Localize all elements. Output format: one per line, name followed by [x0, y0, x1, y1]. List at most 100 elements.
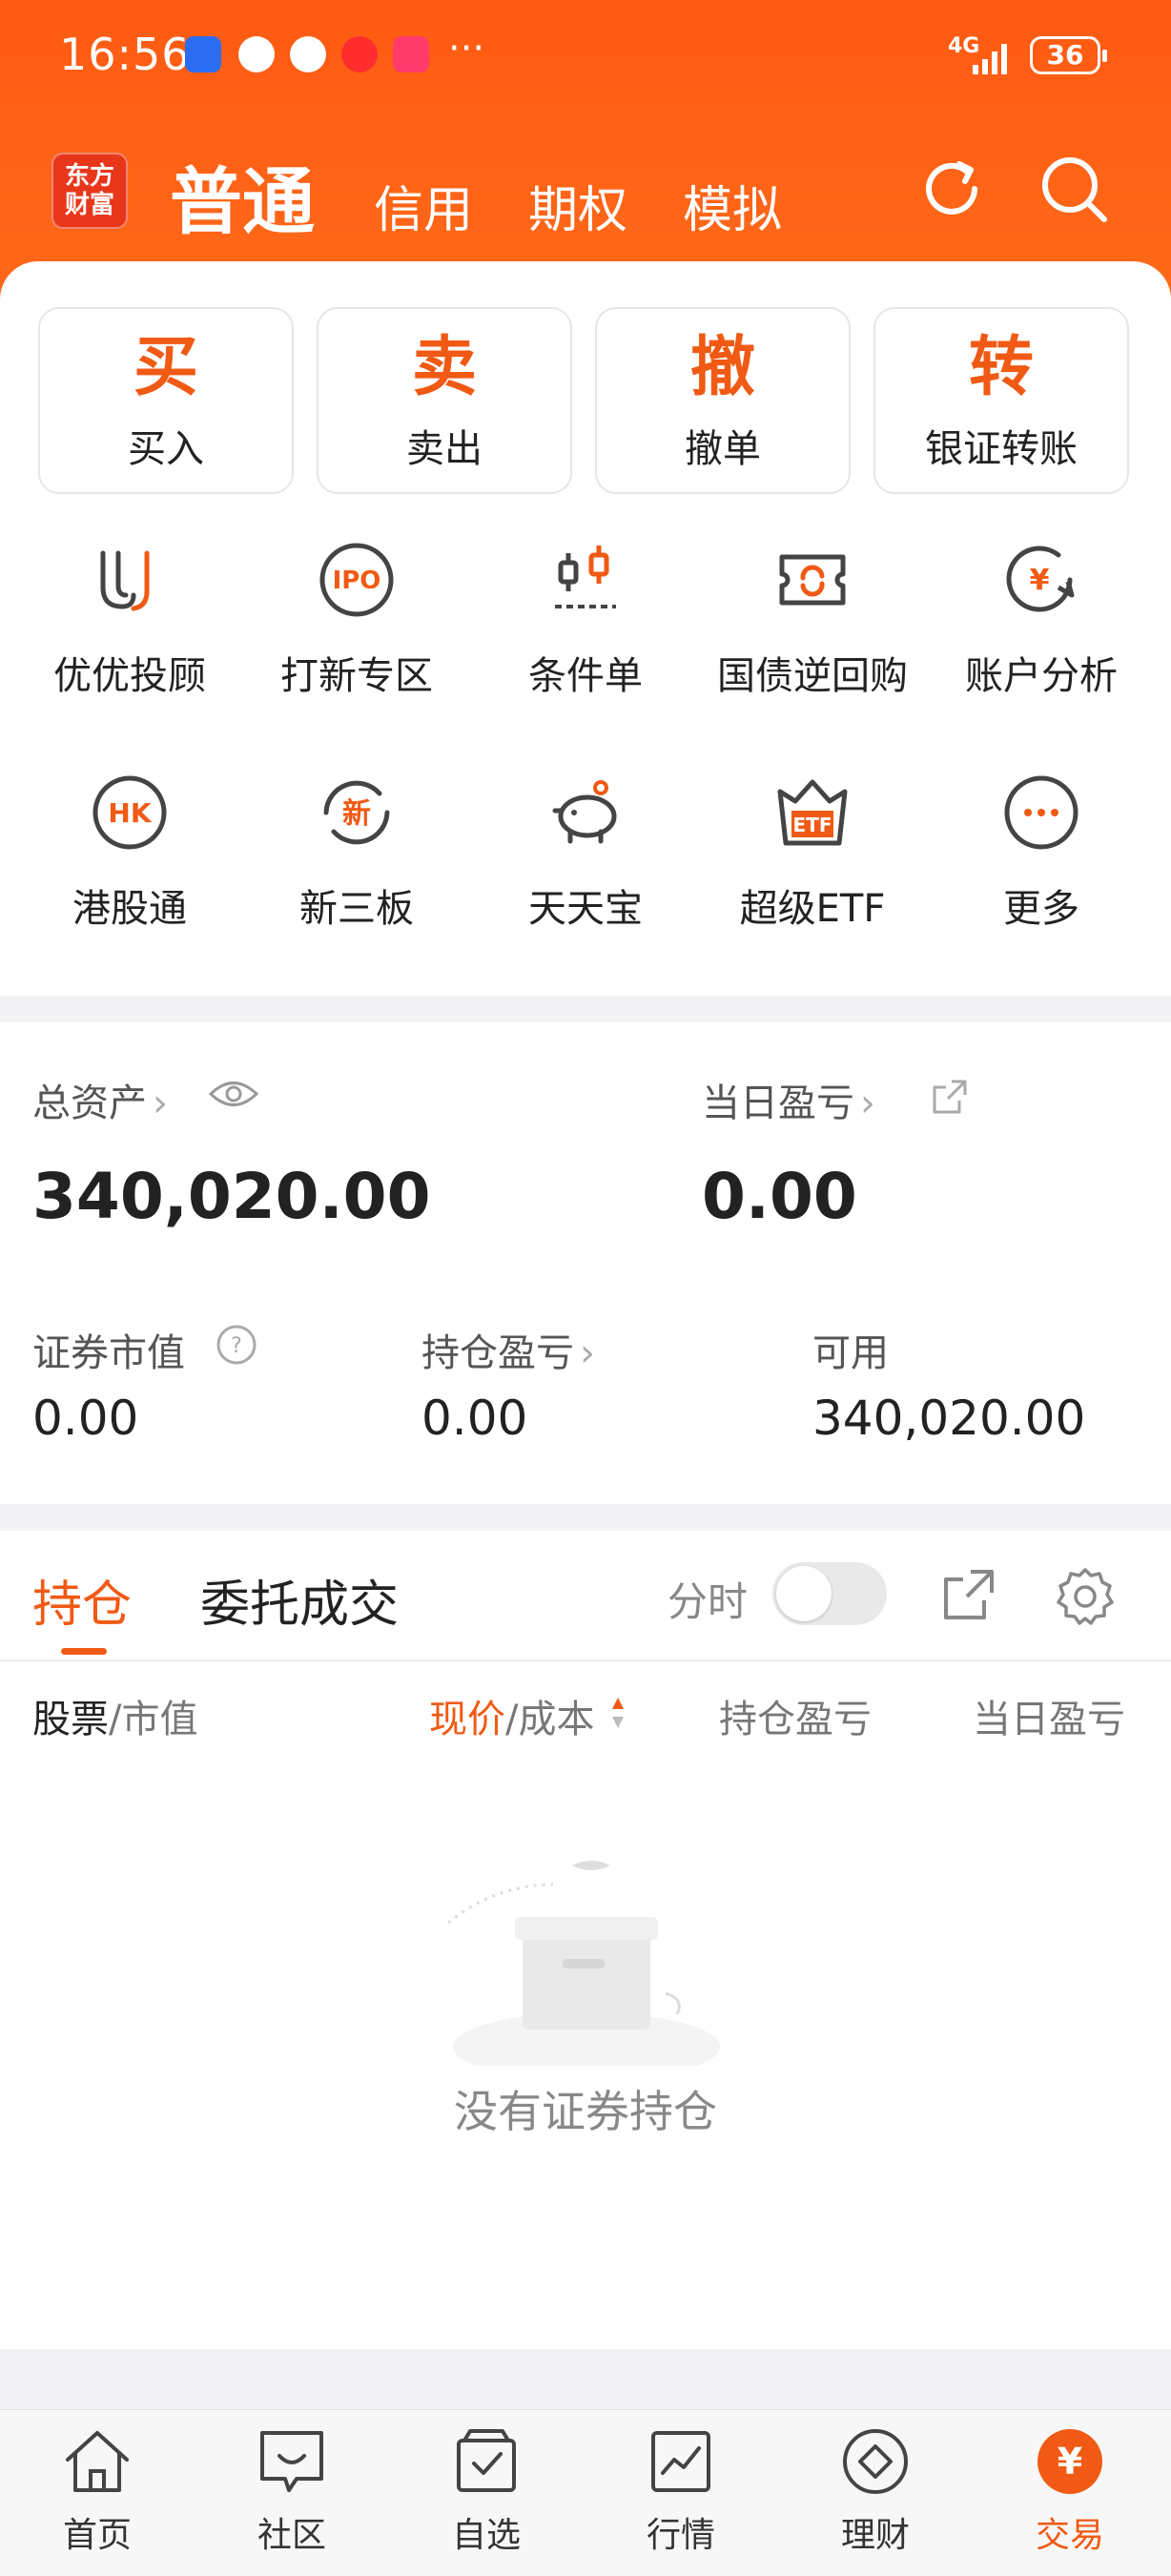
grid-item-new-third-board[interactable]: 新 新三板 — [242, 773, 471, 933]
search-icon[interactable] — [1037, 153, 1110, 225]
chevron-right-icon: › — [580, 1331, 595, 1375]
help-icon[interactable]: ? — [216, 1324, 257, 1366]
uu-icon — [100, 550, 150, 611]
app-logo: 东方财富 — [51, 153, 128, 229]
tab-orders-trades[interactable]: 委托成交 — [200, 1564, 399, 1636]
share-icon[interactable] — [931, 1078, 969, 1116]
grid-label: 账户分析 — [965, 654, 1118, 698]
nav-trade[interactable]: ¥ 交易 — [994, 2427, 1146, 2557]
grid-item-super-etf[interactable]: ETF 超级ETF — [698, 773, 927, 933]
grid-label: 更多 — [1003, 887, 1079, 931]
nav-watchlist[interactable]: 自选 — [410, 2427, 563, 2557]
trade-icon: ¥ — [1037, 2429, 1102, 2494]
nav-label: 首页 — [62, 2516, 132, 2555]
settings-gear-icon[interactable] — [1055, 1566, 1116, 1627]
grid-item-ipo[interactable]: IPO 打新专区 — [242, 540, 471, 700]
position-pnl-label[interactable]: 持仓盈亏 › — [421, 1322, 595, 1377]
svg-text:?: ? — [231, 1334, 242, 1358]
col-daily-pnl[interactable]: 当日盈亏 — [973, 1688, 1171, 1743]
transfer-label: 银证转账 — [925, 427, 1078, 471]
nav-home[interactable]: 首页 — [21, 2427, 174, 2557]
total-assets-label-text: 总资产 — [32, 1082, 147, 1125]
grid-label: 国债逆回购 — [717, 654, 908, 698]
position-pnl-value: 0.00 — [421, 1391, 528, 1446]
total-assets-label[interactable]: 总资产 › — [32, 1072, 168, 1127]
position-pnl-label-text: 持仓盈亏 — [421, 1331, 574, 1375]
grid-item-more[interactable]: 更多 — [927, 773, 1156, 933]
col-position-pnl[interactable]: 持仓盈亏 — [719, 1688, 872, 1743]
active-tab-indicator — [61, 1648, 107, 1655]
export-icon[interactable] — [942, 1568, 996, 1621]
nav-label: 行情 — [646, 2516, 715, 2555]
hk-icon-text: HK — [108, 797, 152, 829]
nav-community[interactable]: 社区 — [216, 2427, 368, 2557]
condition-order-icon — [555, 546, 616, 608]
available-label: 可用 — [812, 1331, 889, 1375]
trade-icon-text: ¥ — [1058, 2441, 1082, 2483]
total-assets-value: 340,020.00 — [32, 1160, 431, 1233]
sort-icon[interactable] — [610, 1696, 626, 1730]
piggy-bank-icon — [552, 780, 617, 844]
col-cost: /成本 — [505, 1698, 595, 1741]
more-icon — [1004, 775, 1079, 850]
nav-market[interactable]: 行情 — [605, 2427, 757, 2557]
timeshare-toggle[interactable] — [772, 1562, 887, 1625]
market-icon — [651, 2431, 710, 2492]
grid-item-account-analysis[interactable]: ¥ 账户分析 — [927, 540, 1156, 700]
grid-label: 打新专区 — [280, 654, 433, 698]
hk-icon: HK — [92, 775, 167, 850]
home-icon — [66, 2431, 129, 2492]
market-value-label: 证券市值 — [32, 1331, 185, 1375]
grid-item-hk-connect[interactable]: HK 港股通 — [15, 773, 244, 933]
new-third-board-icon: 新 — [323, 780, 390, 845]
taobao-notification-icon — [393, 36, 429, 72]
browser-notification-icon — [238, 36, 275, 72]
grid-item-tiantianbao[interactable]: 天天宝 — [471, 773, 700, 933]
nav-label: 社区 — [257, 2516, 326, 2555]
daily-pnl-value: 0.00 — [702, 1160, 857, 1233]
message-notification-icon — [341, 36, 378, 72]
market-value: 0.00 — [32, 1391, 139, 1446]
battery-indicator: 36 — [1030, 36, 1107, 74]
divider — [0, 1659, 1171, 1661]
tab-credit[interactable]: 信用 — [374, 170, 473, 241]
tab-holdings[interactable]: 持仓 — [32, 1564, 132, 1636]
col-price-cost[interactable]: 现价/成本 — [429, 1688, 594, 1743]
signal-icon — [973, 44, 1007, 74]
ipo-icon: IPO — [319, 543, 394, 617]
new-third-board-icon-text: 新 — [342, 797, 371, 831]
buy-button[interactable]: 买 买入 — [38, 307, 294, 494]
nav-label: 自选 — [451, 2516, 521, 2555]
sell-button[interactable]: 卖 卖出 — [317, 307, 572, 494]
col-stock-market-value[interactable]: 股票/市值 — [32, 1688, 197, 1743]
etf-icon: ETF — [777, 779, 848, 846]
eye-icon[interactable] — [208, 1078, 259, 1110]
transfer-glyph: 转 — [968, 330, 1034, 405]
tab-normal[interactable]: 普通 — [170, 143, 315, 248]
community-icon — [260, 2431, 323, 2492]
tab-simulation[interactable]: 模拟 — [683, 170, 782, 241]
buy-label: 买入 — [128, 427, 204, 471]
refresh-icon[interactable] — [915, 153, 988, 225]
sell-label: 卖出 — [406, 427, 483, 471]
tab-options[interactable]: 期权 — [528, 170, 627, 241]
grid-item-repo[interactable]: 国债逆回购 — [698, 540, 927, 700]
timeshare-label: 分时 — [668, 1578, 749, 1625]
daily-pnl-label[interactable]: 当日盈亏 › — [702, 1072, 875, 1127]
account-analysis-icon: ¥ — [1006, 546, 1075, 612]
status-overflow: ··· — [448, 27, 485, 71]
col-stock: 股票 — [32, 1698, 109, 1741]
cancel-glyph: 撤 — [689, 330, 755, 405]
etf-icon-text: ETF — [793, 814, 832, 836]
repo-icon — [779, 554, 846, 606]
grid-item-uu-advisor[interactable]: 优优投顾 — [15, 540, 244, 700]
nav-wealth[interactable]: 理财 — [799, 2427, 952, 2557]
daily-pnl-label-text: 当日盈亏 — [702, 1082, 854, 1125]
grid-label: 超级ETF — [739, 887, 886, 931]
grid-label: 条件单 — [528, 654, 643, 698]
bank-transfer-button[interactable]: 转 银证转账 — [873, 307, 1129, 494]
cancel-label: 撤单 — [685, 427, 761, 471]
cancel-order-button[interactable]: 撤 撤单 — [595, 307, 851, 494]
grid-label: 新三板 — [299, 887, 414, 931]
grid-item-condition-order[interactable]: 条件单 — [471, 540, 700, 700]
